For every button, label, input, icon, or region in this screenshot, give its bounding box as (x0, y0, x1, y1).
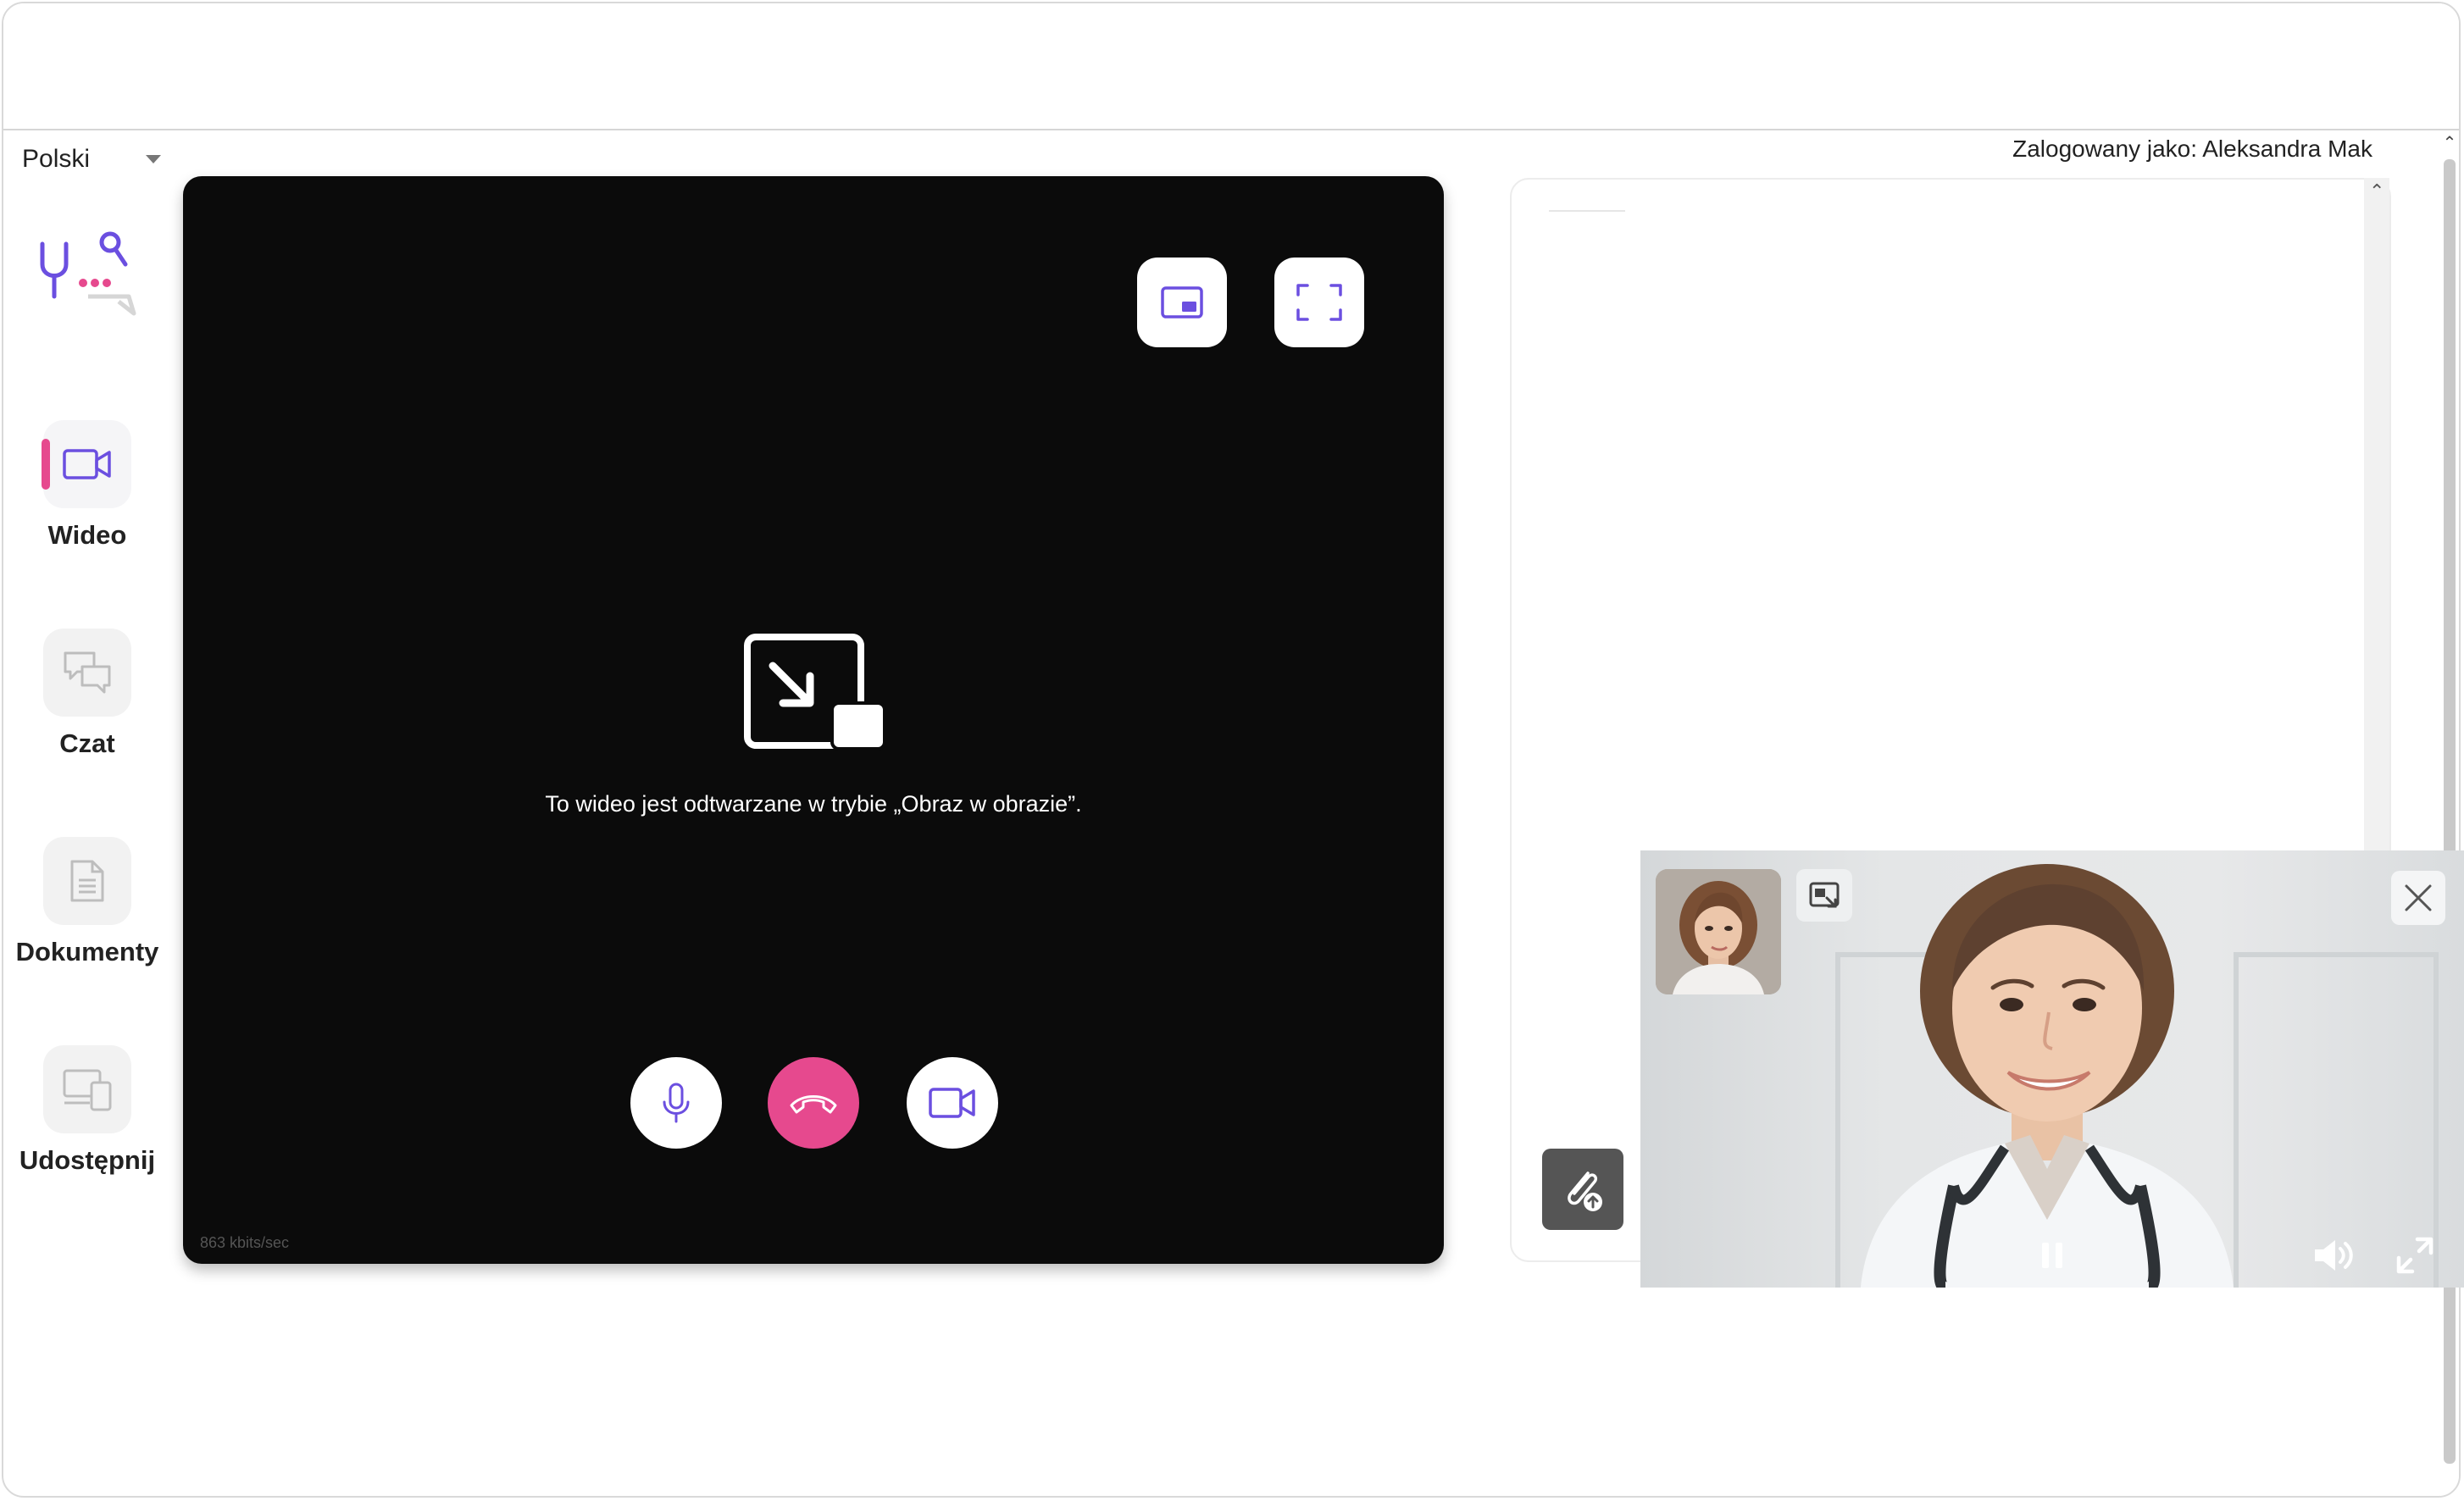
logged-in-user: Zalogowany jako: Aleksandra Mak (2012, 136, 2372, 162)
back-to-tab-icon (1809, 882, 1840, 908)
expand-button[interactable] (2391, 1232, 2439, 1279)
fullscreen-icon (1296, 284, 1342, 321)
expand-icon (2396, 1237, 2433, 1274)
chat-divider (1549, 210, 1625, 212)
video-camera-icon (929, 1088, 975, 1118)
sidebar-item-czat[interactable]: Czat (8, 629, 166, 781)
sidebar-item-dokumenty[interactable]: Dokumenty (8, 837, 166, 989)
attach-file-button[interactable] (1542, 1149, 1623, 1230)
pip-window[interactable] (1640, 850, 2464, 1288)
pause-icon (2042, 1243, 2062, 1268)
hang-up-icon (790, 1095, 837, 1114)
document-icon (70, 860, 104, 902)
camera-button[interactable] (907, 1057, 998, 1149)
sidebar-tile-czat[interactable] (43, 629, 131, 717)
picture-in-picture-icon (1161, 286, 1203, 318)
page-scrollbar[interactable]: ⌃ (2440, 130, 2459, 1496)
sidebar-item-udostepnij[interactable]: Udostępnij (8, 1045, 166, 1198)
language-select-value: Polski (22, 145, 91, 173)
attach-upload-icon (1568, 1171, 1602, 1211)
close-pip-button[interactable] (2391, 871, 2445, 925)
pause-button[interactable] (2032, 1235, 2073, 1276)
sidebar-tile-dokumenty[interactable] (43, 837, 131, 925)
sidebar-item-label: Wideo (47, 520, 127, 550)
scroll-up-icon[interactable]: ⌃ (2369, 182, 2384, 201)
top-bar (3, 3, 2459, 130)
chat-scrollbar[interactable]: ⌃ (2364, 178, 2389, 856)
video-camera-icon (63, 449, 111, 479)
sidebar-tile-udostepnij[interactable] (43, 1045, 131, 1133)
sidebar-item-label: Czat (59, 728, 115, 758)
scroll-up-icon[interactable]: ⌃ (2442, 135, 2457, 152)
sidebar-item-label: Dokumenty (15, 937, 159, 967)
sidebar-item-label: Udostępnij (19, 1145, 156, 1175)
picture-in-picture-mode-icon (744, 634, 886, 750)
video-panel: To wideo jest odtwarzane w trybie „Obraz… (183, 176, 1444, 1264)
chat-bubbles-icon (64, 651, 111, 694)
fullscreen-button[interactable] (1274, 258, 1364, 347)
share-screen-icon (63, 1069, 112, 1111)
bitrate-readout: 863 kbits/sec (200, 1234, 290, 1251)
picture-in-picture-button[interactable] (1137, 258, 1227, 347)
back-to-tab-button[interactable] (1796, 869, 1852, 922)
active-indicator (42, 439, 50, 490)
sidebar-item-wideo[interactable]: Wideo (8, 420, 166, 573)
sidebar-tile-wideo[interactable] (42, 420, 131, 508)
volume-icon (2315, 1240, 2353, 1271)
pip-mode-message: To wideo jest odtwarzane w trybie „Obraz… (545, 791, 1082, 817)
self-view-video (1656, 869, 1781, 994)
app-logo (40, 231, 136, 316)
chevron-down-icon (146, 155, 161, 163)
microphone-button[interactable] (630, 1057, 722, 1149)
microphone-icon (663, 1083, 690, 1123)
hang-up-button[interactable] (768, 1057, 859, 1149)
language-select[interactable]: Polski (22, 141, 166, 178)
remote-participant-video (1861, 864, 2234, 1288)
volume-button[interactable] (2310, 1232, 2361, 1279)
self-view-thumbnail[interactable] (1656, 869, 1781, 994)
close-icon (2405, 884, 2432, 911)
